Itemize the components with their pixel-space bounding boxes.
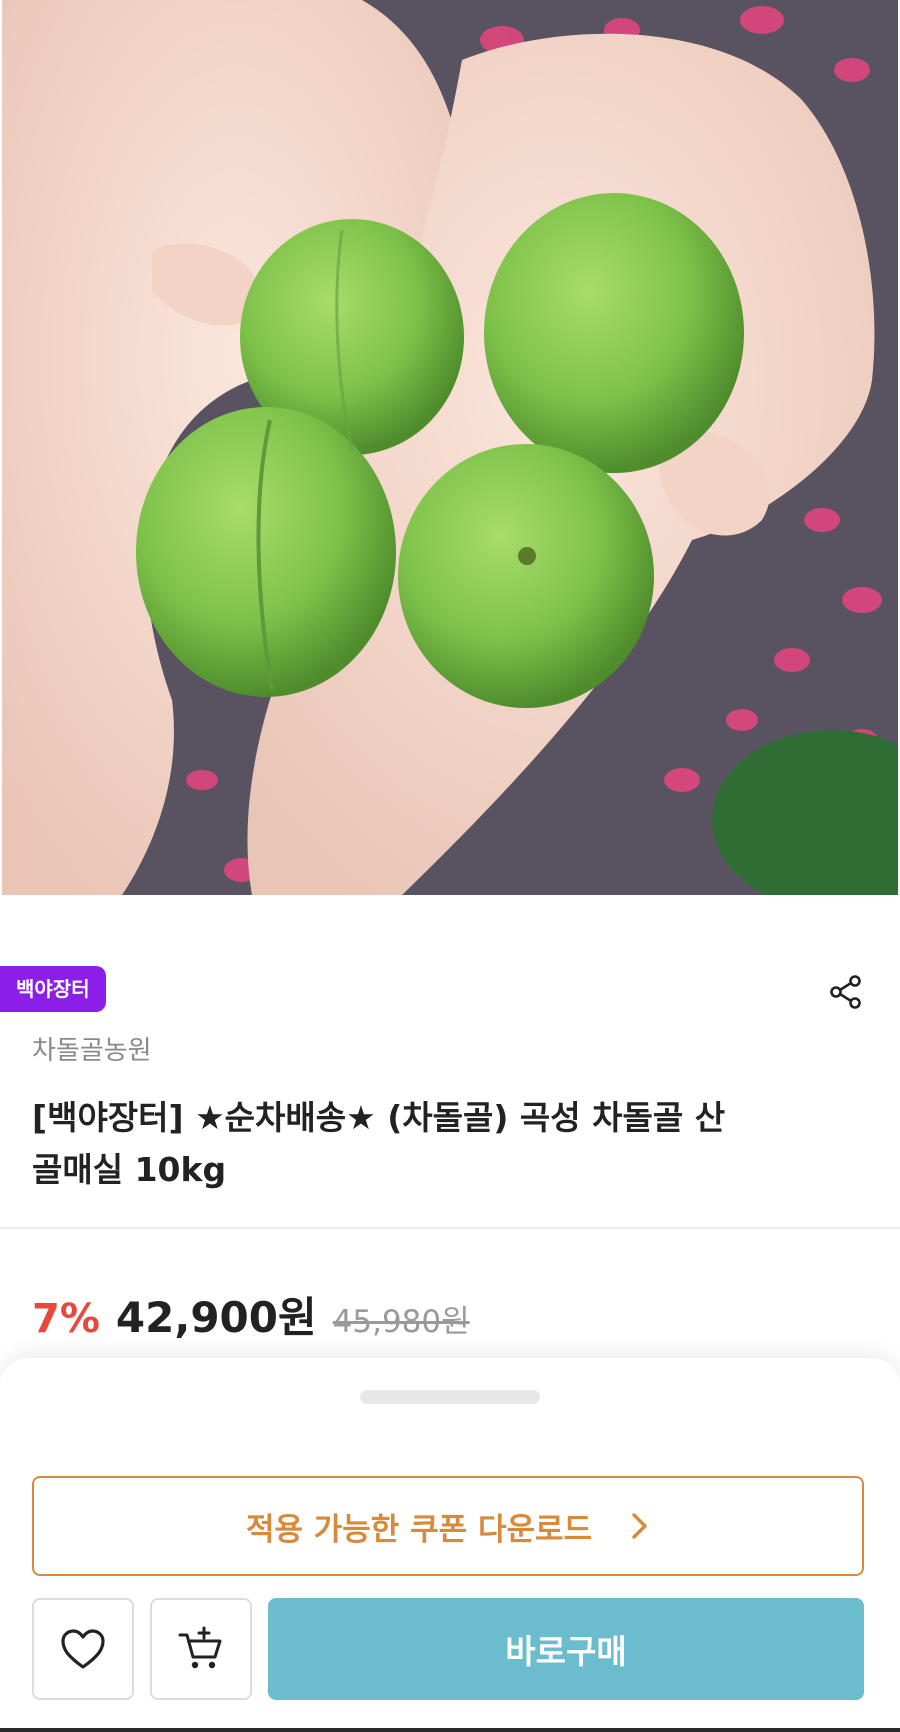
product-image[interactable] bbox=[2, 0, 898, 895]
add-to-cart-button[interactable] bbox=[150, 1598, 252, 1700]
add-to-cart-icon bbox=[178, 1626, 222, 1669]
discount-rate: 7% bbox=[32, 1296, 100, 1342]
coupon-download-label: 적용 가능한 쿠폰 다운로드 bbox=[245, 1511, 593, 1548]
bottom-rule bbox=[0, 1728, 900, 1732]
like-button[interactable] bbox=[32, 1598, 134, 1700]
seller-badge[interactable]: 백야장터 bbox=[0, 966, 106, 1012]
farm-name[interactable]: 차돌골농원 bbox=[32, 1030, 152, 1067]
price-row: 7% 42,900원 45,980원 bbox=[32, 1284, 470, 1345]
sale-price: 42,900원 bbox=[115, 1293, 317, 1342]
heart-icon bbox=[61, 1629, 105, 1669]
share-icon bbox=[830, 975, 861, 1009]
share-button[interactable] bbox=[818, 964, 874, 1020]
purchase-sheet: 적용 가능한 쿠폰 다운로드 바로구매 bbox=[0, 1358, 900, 1732]
product-title: [백야장터] ★순차배송★ (차돌골) 곡성 차돌골 산골매실 10kg bbox=[32, 1098, 726, 1189]
buy-now-button[interactable]: 바로구매 bbox=[268, 1598, 864, 1700]
coupon-download-button[interactable]: 적용 가능한 쿠폰 다운로드 bbox=[32, 1476, 864, 1576]
sheet-handle[interactable] bbox=[360, 1390, 540, 1404]
original-price: 45,980원 bbox=[332, 1304, 470, 1340]
chevron-right-icon bbox=[632, 1513, 647, 1539]
divider bbox=[0, 1227, 900, 1229]
